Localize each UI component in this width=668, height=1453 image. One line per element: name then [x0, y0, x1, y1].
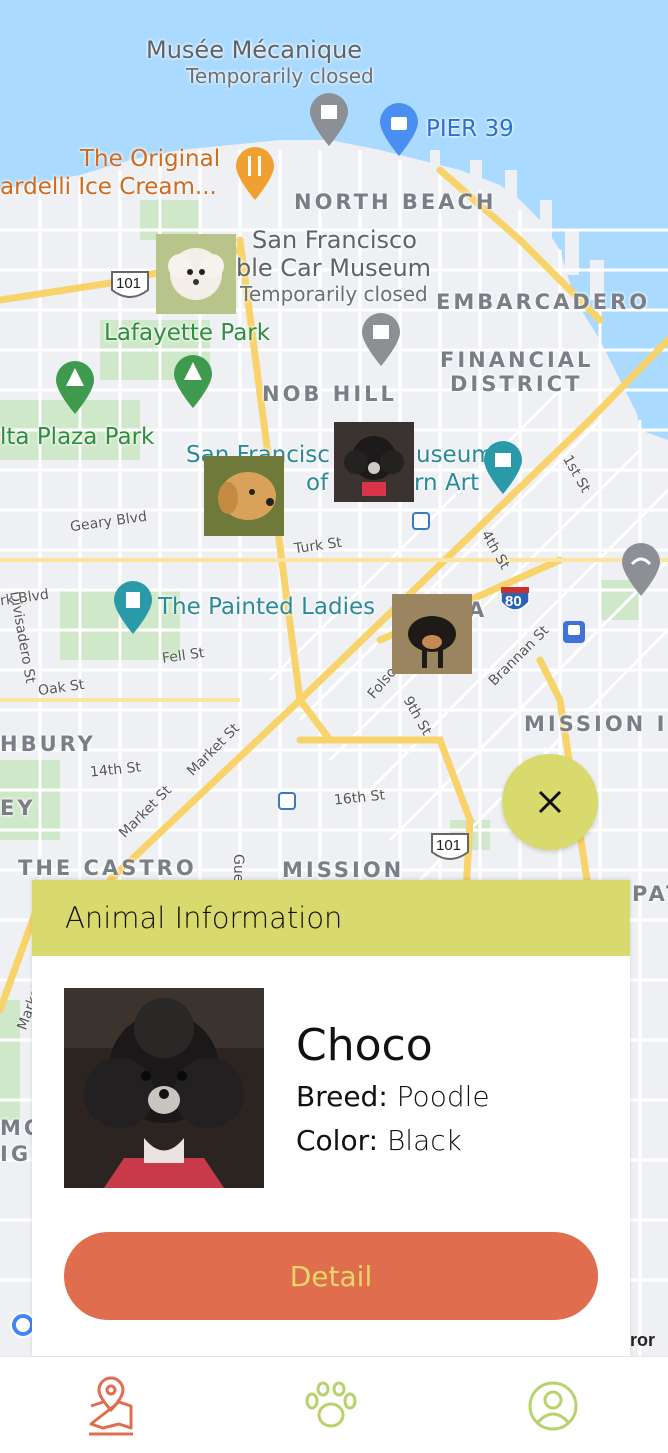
park-pin-icon[interactable]: [54, 360, 96, 416]
highway-shield-i80-label: 80: [505, 593, 522, 610]
animal-info-card: Animal Information Choco Breed: Poodle C…: [32, 880, 630, 1356]
poi-musee-mecanique: Musée Mécanique: [146, 36, 363, 64]
color-value: Black: [386, 1124, 462, 1157]
detail-button[interactable]: Detail: [64, 1232, 598, 1320]
map-attribution: ror: [630, 1330, 656, 1350]
close-button[interactable]: [502, 754, 598, 850]
museum-pin-icon[interactable]: [482, 440, 524, 496]
park-alta-plaza: lta Plaza Park: [0, 424, 155, 450]
close-icon: [538, 790, 562, 814]
animal-color-row: Color: Black: [296, 1124, 462, 1157]
nav-item-profile[interactable]: [518, 1371, 588, 1441]
animal-info-header: Animal Information: [32, 880, 630, 956]
museum-pin-icon[interactable]: [308, 92, 350, 148]
breed-value: Poodle: [396, 1080, 490, 1113]
district-mission: MISSION: [282, 858, 405, 882]
district-embarcadero: EMBARCADERO: [436, 290, 651, 314]
breed-label: Breed:: [296, 1080, 388, 1113]
dog-marker-poodle-black[interactable]: [334, 422, 414, 502]
highway-shield-101-north: 101: [108, 268, 152, 304]
district-financial-line2: DISTRICT: [450, 372, 583, 396]
highway-shield-101-south-label: 101: [436, 837, 462, 854]
museum-pin-icon[interactable]: [360, 312, 402, 368]
user-circle-icon: [528, 1381, 578, 1431]
poi-car-museum-line2: ble Car Museum: [236, 254, 432, 282]
restaurant-pin-icon[interactable]: [234, 146, 276, 202]
highway-shield-101-north-label: 101: [116, 275, 142, 292]
district-mission-bay: MISSION I: [524, 712, 668, 736]
highway-shield-i80: 80: [498, 584, 532, 618]
district-haight: HBURY: [0, 732, 96, 756]
dog-marker-golden-retriever[interactable]: [204, 456, 284, 536]
color-label: Color:: [296, 1124, 379, 1157]
district-castro: THE CASTRO: [18, 856, 197, 880]
poi-car-museum-line1: San Francisco: [252, 226, 417, 254]
dog-marker-hound[interactable]: [392, 594, 472, 674]
animal-name: Choco: [296, 1020, 433, 1071]
poi-ghirardelli-line2: ardelli Ice Cream...: [0, 174, 217, 200]
nav-item-pets[interactable]: [296, 1371, 366, 1441]
nav-item-map[interactable]: [76, 1371, 146, 1441]
poi-pier39: PIER 39: [426, 116, 514, 142]
district-ey: EY: [0, 796, 36, 820]
poi-sfmoma-line2a: of: [306, 470, 329, 496]
poi-musee-status: Temporarily closed: [186, 64, 374, 88]
bart-station-icon[interactable]: [278, 792, 296, 810]
poi-painted-ladies: The Painted Ladies: [158, 594, 376, 620]
poi-car-museum-status: Temporarily closed: [240, 282, 428, 306]
landmark-pin-icon[interactable]: [112, 580, 154, 636]
pier-pin-icon[interactable]: [620, 542, 662, 598]
dog-marker-poodle-white[interactable]: [156, 234, 236, 314]
park-pin-icon[interactable]: [172, 354, 214, 410]
animal-breed-row: Breed: Poodle: [296, 1080, 490, 1113]
park-lafayette: Lafayette Park: [104, 320, 271, 346]
shopping-pin-icon[interactable]: [378, 102, 420, 158]
poi-ghirardelli-line1: The Original: [80, 146, 221, 172]
district-nob-hill: NOB HILL: [262, 382, 397, 406]
paw-icon: [305, 1381, 357, 1428]
train-station-icon[interactable]: [562, 620, 586, 644]
district-financial-line1: FINANCIAL: [440, 348, 594, 372]
district-pat: PAT: [632, 882, 668, 906]
poi-sfmoma-line2b: rn Art: [414, 470, 480, 496]
map-pin-icon: [89, 1376, 133, 1436]
bart-station-icon[interactable]: [412, 512, 430, 530]
district-north-beach: NORTH BEACH: [294, 190, 497, 214]
animal-photo: [64, 988, 264, 1188]
bottom-navigation: [0, 1356, 668, 1453]
highway-shield-101-south: 101: [428, 830, 472, 866]
